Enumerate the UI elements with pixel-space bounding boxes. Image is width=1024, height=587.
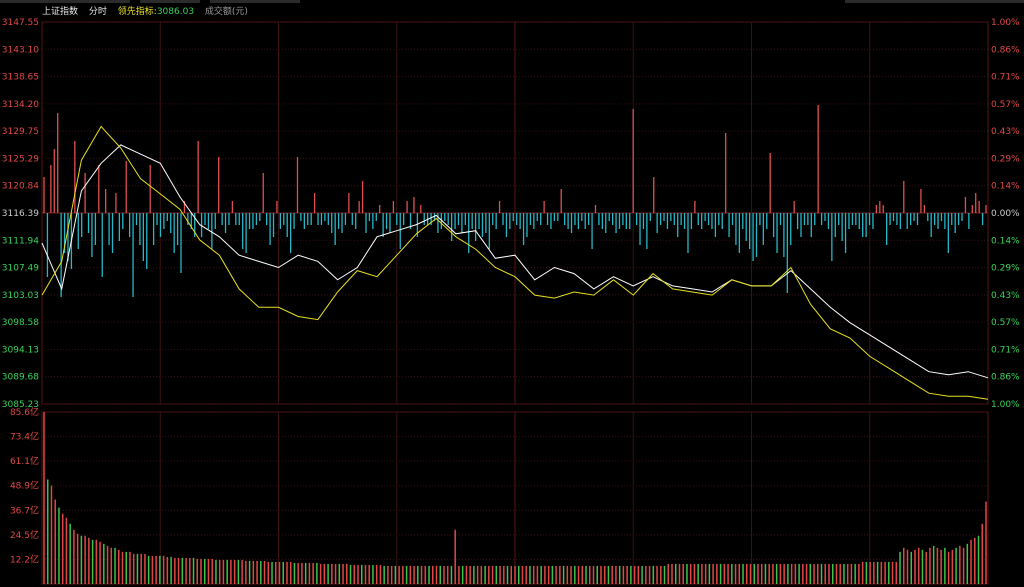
percent-axis-label: 0.43% [991, 291, 1020, 301]
volume-axis-label: 85.6亿 [10, 406, 39, 418]
percent-axis-label: 0.43% [991, 127, 1020, 137]
volume-axis-label: 73.4亿 [10, 431, 39, 443]
price-axis-label: 3089.68 [2, 373, 39, 383]
leading-indicator: 领先指标:3086.03 [118, 7, 197, 17]
percent-axis-label: 1.00% [991, 18, 1020, 28]
percent-axis-label: 0.00% [991, 209, 1020, 219]
volume-axis-label: 24.5亿 [10, 529, 39, 541]
intraday-chart[interactable]: 3147.55 3143.10 3138.65 3134.20 3129.75 3125.… [0, 0, 1024, 587]
price-axis-label: 3107.49 [2, 264, 39, 274]
volume-axis-label: 48.9亿 [10, 480, 39, 492]
volume-label: 成交额(元) [204, 7, 248, 17]
percent-axis-label: 0.86% [991, 373, 1020, 383]
percent-axis-label: 0.14% [991, 236, 1020, 246]
price-axis-label: 3125.29 [2, 154, 39, 164]
chart-header: 上证指数 分时 领先指标:3086.03 成交额(元) [42, 5, 256, 19]
volume-axis-label: 36.7亿 [10, 504, 39, 516]
percent-axis-label: 1.00% [991, 400, 1020, 410]
index-name[interactable]: 上证指数 [42, 7, 78, 17]
price-axis-label: 3116.39 [2, 209, 39, 219]
price-axis-label: 3120.84 [2, 182, 39, 192]
volume-axis-label: 61.1亿 [10, 455, 39, 467]
price-axis-label: 3147.55 [2, 18, 39, 28]
price-axis-label: 3098.58 [2, 318, 39, 328]
price-axis-label: 3111.94 [2, 236, 39, 246]
price-axis-label: 3103.03 [2, 291, 39, 301]
percent-axis-label: 0.71% [991, 345, 1020, 355]
grid [41, 21, 989, 585]
mode-label[interactable]: 分时 [89, 7, 107, 17]
price-axis-label: 3143.10 [2, 45, 39, 55]
percent-axis-label: 0.29% [991, 154, 1020, 164]
price-axis-label: 3138.65 [2, 73, 39, 83]
percent-axis-label: 0.57% [991, 318, 1020, 328]
percent-axis-label: 0.86% [991, 45, 1020, 55]
price-axis-label: 3129.75 [2, 127, 39, 137]
percent-axis-label: 0.71% [991, 73, 1020, 83]
percent-axis-label: 0.57% [991, 100, 1020, 110]
price-axis-label: 3134.20 [2, 100, 39, 110]
price-axis-label: 3094.13 [2, 345, 39, 355]
volume-axis-label: 12.2亿 [10, 553, 39, 565]
percent-axis-label: 0.29% [991, 264, 1020, 274]
leading-label: 领先指标: [117, 7, 157, 17]
percent-axis-label: 0.14% [991, 182, 1020, 192]
leading-value: 3086.03 [156, 7, 195, 17]
